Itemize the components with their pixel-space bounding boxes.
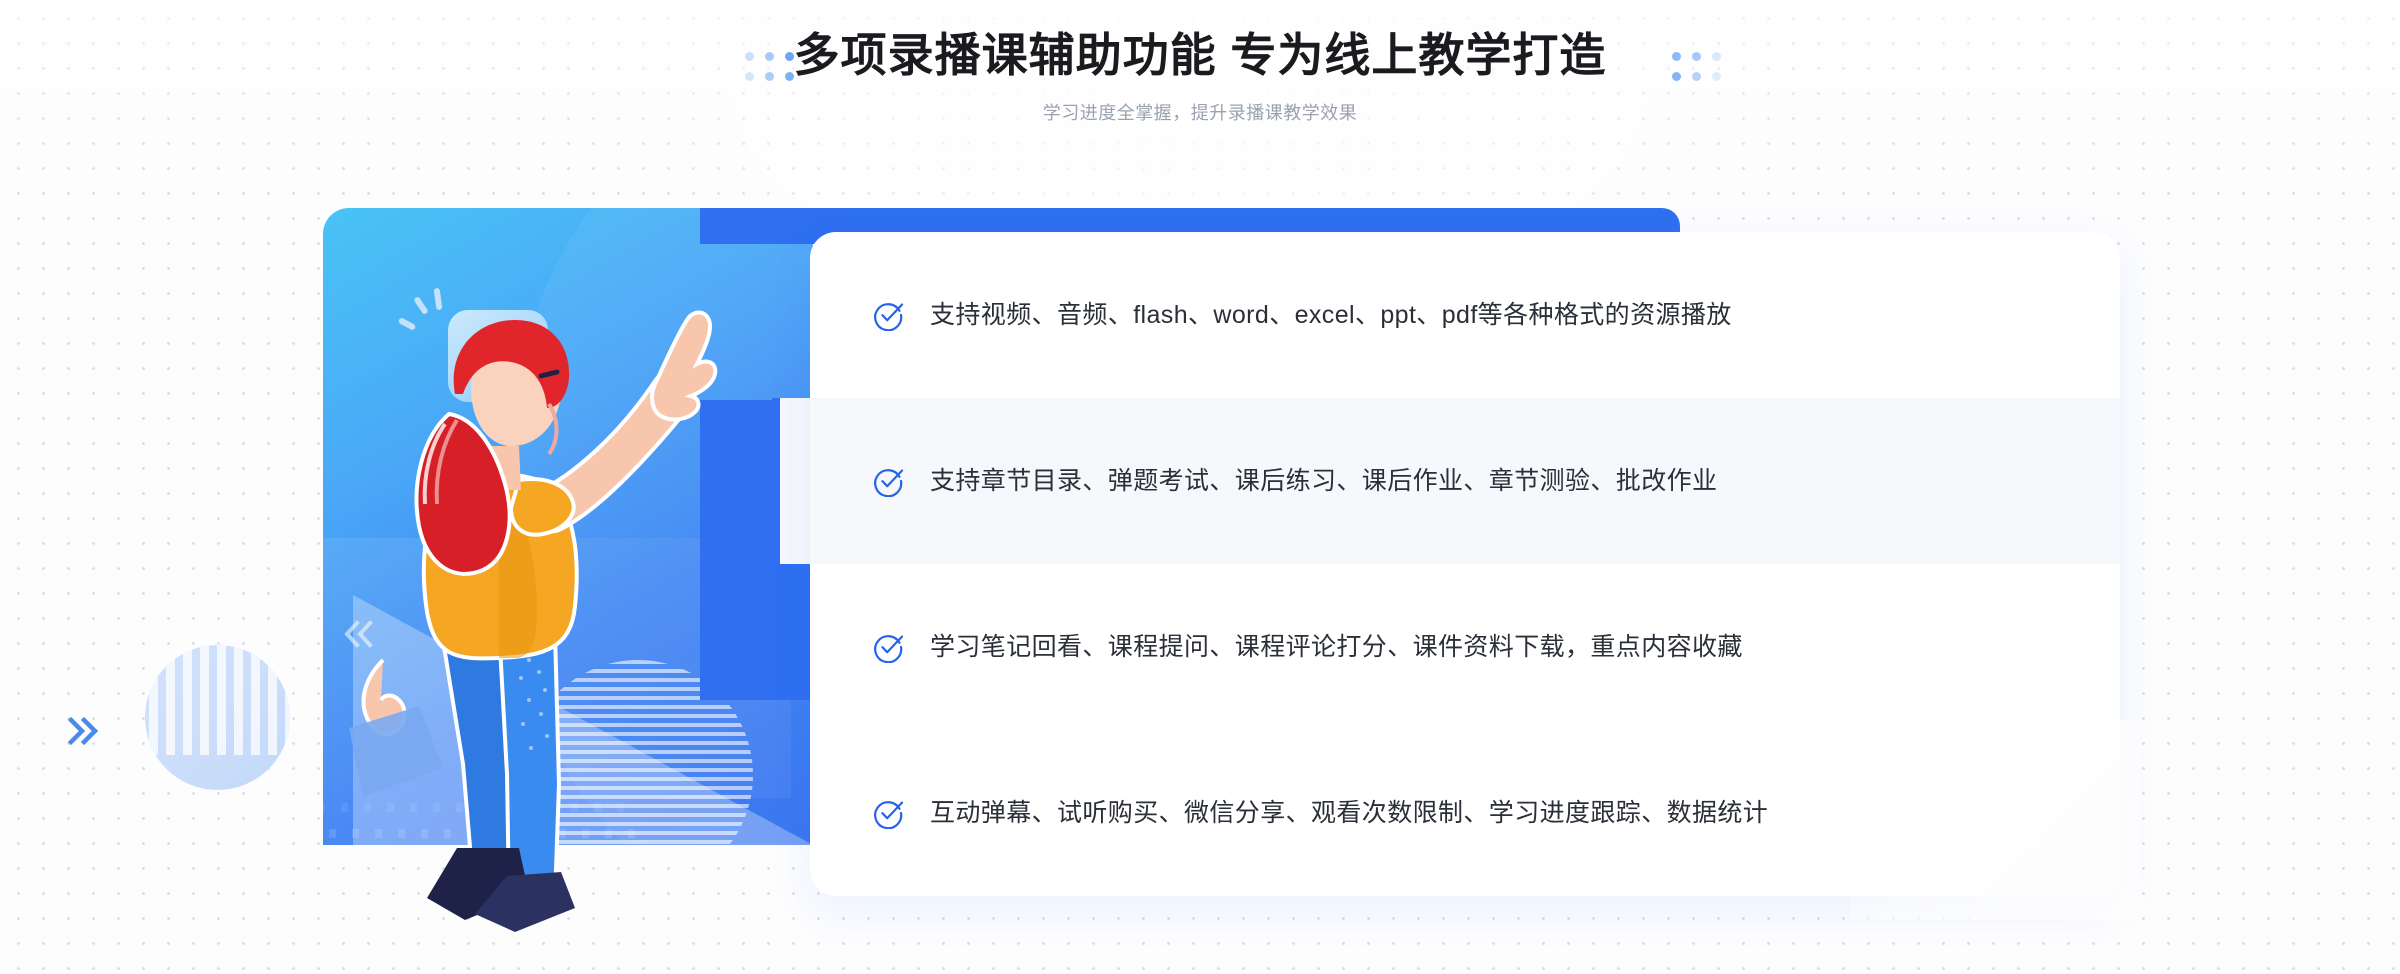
dot [617,803,624,812]
dot [765,52,774,61]
feature-text: 学习笔记回看、课程提问、课程评论打分、课件资料下载，重点内容收藏 [930,632,1743,661]
dot [421,829,428,838]
stripe [285,645,290,755]
check-circle-icon [874,635,904,663]
dot [525,803,532,812]
stripe [523,723,753,727]
stripe [523,705,753,709]
feature-row-accent-bar [772,398,780,564]
dot [559,829,566,838]
dot [785,52,794,61]
stripe [523,732,753,736]
dot [1672,72,1681,81]
dot [341,803,348,812]
decorative-dot-cluster-right [1672,52,1721,81]
dot [398,829,405,838]
feature-text: 互动弹幕、试听购买、微信分享、观看次数限制、学习进度跟踪、数据统计 [930,798,1769,827]
dot [467,829,474,838]
dot [1692,72,1701,81]
chevron-left-icon [344,620,373,648]
stripe [200,645,209,755]
dot [1712,72,1721,81]
feature-row[interactable]: 学习笔记回看、课程提问、课程评论打分、课件资料下载，重点内容收藏 [810,564,2120,730]
dot [502,803,509,812]
dot [444,829,451,838]
stripe [217,645,226,755]
illustration-dot-field [323,803,648,845]
feature-row[interactable]: 互动弹幕、试听购买、微信分享、观看次数限制、学习进度跟踪、数据统计 [810,730,2120,896]
dot [628,829,635,838]
decorative-circle-stripes [145,645,290,790]
stripe [523,759,753,763]
dot [433,803,440,812]
dot [513,829,520,838]
dot [352,829,359,838]
dot [490,829,497,838]
dot [745,72,754,81]
stripe [523,750,753,754]
check-circle-icon [874,469,904,497]
dot [410,803,417,812]
page-title: 多项录播课辅助功能 专为线上教学打造 [793,29,1607,81]
page-header: 多项录播课辅助功能 专为线上教学打造 学习进度全掌握，提升录播课教学效果 [0,0,2400,160]
dot [745,52,754,61]
check-circle-icon [874,801,904,829]
dot [605,829,612,838]
play-bubble-tail [510,398,534,422]
dot [323,803,325,812]
dot [582,829,589,838]
stripe [183,645,192,755]
dot [479,803,486,812]
chevron-right-icon [68,716,99,746]
stripe [523,777,753,781]
dot [456,803,463,812]
feature-row[interactable]: 支持章节目录、弹题考试、课后练习、课后作业、章节测验、批改作业 [810,398,2120,564]
stripe [523,795,753,799]
feature-text: 支持章节目录、弹题考试、课后练习、课后作业、章节测验、批改作业 [930,466,1718,495]
dot [1712,52,1721,61]
feature-text: 支持视频、音频、flash、word、excel、ppt、pdf等各种格式的资源… [930,300,1732,329]
dot [364,803,371,812]
feature-row[interactable]: 支持视频、音频、flash、word、excel、ppt、pdf等各种格式的资源… [810,232,2120,398]
dot [329,829,336,838]
page-subtitle: 学习进度全掌握，提升录播课教学效果 [1042,103,1358,124]
stripe [523,786,753,790]
dot [571,803,578,812]
dot [536,829,543,838]
dot [375,829,382,838]
check-circle-icon [874,303,904,331]
dot [1672,52,1681,61]
stripe [523,768,753,772]
dot [785,72,794,81]
stripe [523,741,753,745]
stripe [149,645,158,755]
play-button-bubble [448,310,548,402]
dot [594,803,601,812]
dot [1692,52,1701,61]
stripe [523,714,753,718]
dot [387,803,394,812]
stripe [234,645,243,755]
stripe [268,645,277,755]
features-card: 支持视频、音频、flash、word、excel、ppt、pdf等各种格式的资源… [810,232,2120,896]
stripe [251,645,260,755]
dot [765,72,774,81]
decorative-dot-cluster-left [745,52,794,81]
stripe [166,645,175,755]
dot [548,803,555,812]
play-button-icon [483,334,523,380]
